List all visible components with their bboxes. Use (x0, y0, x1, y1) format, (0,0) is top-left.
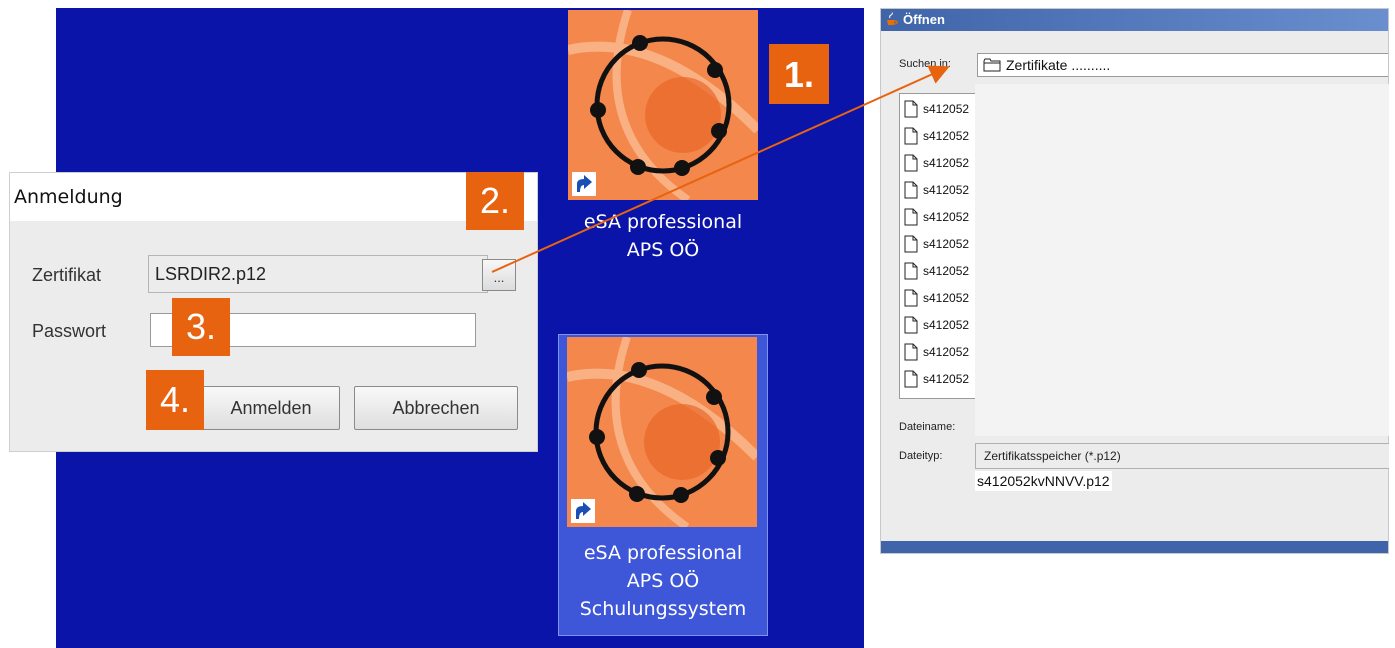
step-marker-3: 3. (172, 298, 230, 356)
step-marker-2: 2. (466, 172, 524, 230)
step-marker-4: 4. (146, 370, 204, 430)
step-marker-1: 1. (769, 44, 829, 104)
